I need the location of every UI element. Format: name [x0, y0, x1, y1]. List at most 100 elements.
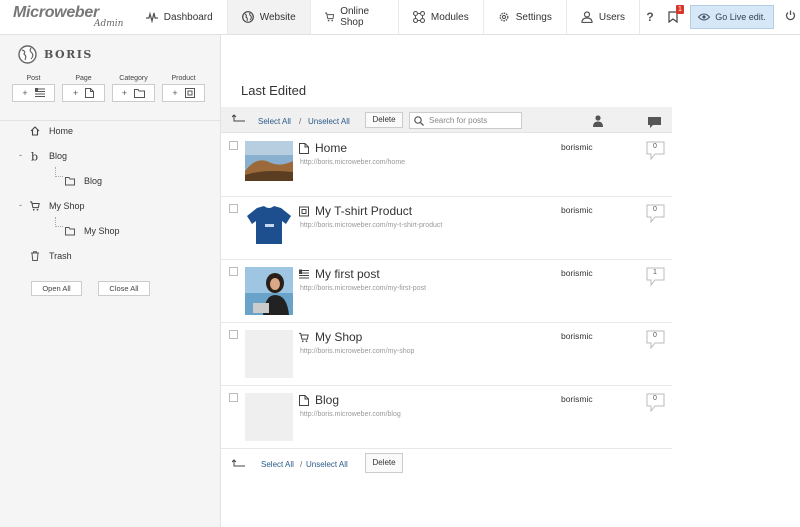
post-author: borismic: [561, 331, 593, 341]
post-row[interactable]: Blog http://boris.microweber.com/blog bo…: [221, 386, 672, 449]
post-icon: [299, 269, 309, 278]
site-name: BORIS: [44, 48, 93, 61]
home-icon: [30, 126, 40, 136]
gear-icon: [499, 12, 509, 22]
tree-item-home-label: Home: [49, 126, 74, 136]
comment-count-badge[interactable]: 0: [646, 330, 666, 354]
post-icon: [34, 88, 45, 97]
post-title[interactable]: Blog: [299, 393, 339, 407]
top-right-icons: ? 1 Go Live edit.: [640, 0, 800, 34]
nav-dashboard[interactable]: Dashboard: [132, 0, 228, 34]
search-input[interactable]: [429, 116, 519, 125]
main-nav: Dashboard Website Online Shop Modules Se…: [132, 0, 640, 34]
tree-item-my-shop[interactable]: My Shop: [30, 201, 85, 211]
nav-users[interactable]: Users: [567, 0, 640, 34]
post-title-text: My first post: [315, 267, 380, 281]
unselect-all-link[interactable]: Unselect All: [308, 117, 350, 126]
comment-count-badge[interactable]: 0: [646, 393, 666, 417]
search-icon: [414, 115, 424, 126]
site-globe-icon: [18, 45, 37, 64]
user-icon: [581, 11, 593, 23]
add-category-group: Category +: [112, 75, 155, 102]
post-title[interactable]: My first post: [299, 267, 380, 281]
add-post-button[interactable]: +: [12, 84, 55, 102]
main-content: Last Edited Select All / Unselect All De…: [221, 35, 672, 527]
nav-website[interactable]: Website: [227, 0, 311, 34]
post-url[interactable]: http://boris.microweber.com/my-shop: [300, 348, 414, 355]
globe-icon: [241, 11, 254, 23]
add-page-button[interactable]: +: [62, 84, 105, 102]
comment-count-badge[interactable]: 0: [646, 141, 666, 165]
add-post-plus: +: [22, 88, 28, 98]
collapse-blog-toggle[interactable]: -: [19, 150, 22, 160]
row-checkbox[interactable]: [229, 141, 238, 150]
footer-delete-button[interactable]: Delete: [365, 453, 403, 473]
post-row[interactable]: My first post http://boris.microweber.co…: [221, 260, 672, 323]
close-all-button[interactable]: Close All: [98, 281, 150, 296]
post-thumbnail[interactable]: [245, 267, 293, 315]
post-title[interactable]: My Shop: [299, 330, 362, 344]
row-checkbox[interactable]: [229, 330, 238, 339]
tree-item-blog-child-label: Blog: [84, 176, 103, 186]
row-checkbox[interactable]: [229, 393, 238, 402]
select-all-link[interactable]: Select All: [258, 117, 291, 126]
add-page-plus: +: [72, 88, 79, 98]
open-all-button[interactable]: Open All: [31, 281, 82, 296]
post-url[interactable]: http://boris.microweber.com/my-t-shirt-p…: [300, 222, 442, 229]
tree-item-blog[interactable]: b Blog: [30, 151, 67, 161]
tree-item-my-shop-child[interactable]: My Shop: [65, 226, 120, 236]
help-icon[interactable]: ?: [640, 10, 660, 24]
tree-item-home[interactable]: Home: [30, 126, 73, 136]
row-checkbox[interactable]: [229, 267, 238, 276]
power-icon[interactable]: [780, 8, 800, 26]
nav-website-label: Website: [259, 11, 296, 23]
cart-icon: [324, 12, 334, 22]
comment-count-badge[interactable]: 0: [646, 204, 666, 228]
search-box: [409, 112, 522, 129]
nav-modules-label: Modules: [430, 11, 469, 23]
post-url[interactable]: http://boris.microweber.com/my-first-pos…: [300, 285, 426, 292]
content-tree: Home - b Blog Blog - My Shop My Shop Tra…: [0, 120, 221, 261]
page-icon: [299, 142, 309, 154]
post-thumbnail[interactable]: [245, 330, 293, 378]
post-thumbnail[interactable]: [245, 141, 293, 181]
add-page-label: Page: [75, 75, 92, 82]
comment-count: 0: [653, 206, 657, 213]
notifications-button[interactable]: 1: [660, 0, 686, 35]
nav-online-shop[interactable]: Online Shop: [311, 0, 399, 34]
post-title[interactable]: My T-shirt Product: [299, 204, 412, 218]
post-thumbnail[interactable]: [245, 393, 293, 441]
tree-item-blog-label: Blog: [49, 151, 68, 161]
add-product-button[interactable]: +: [162, 84, 205, 102]
sidebar: BORIS Post + Page + Category + Product +…: [0, 35, 221, 527]
post-url[interactable]: http://boris.microweber.com/blog: [300, 411, 401, 418]
top-bar: Microweber Admin Dashboard Website Onlin…: [0, 0, 800, 35]
footer-unselect-all-link[interactable]: Unselect All: [306, 460, 348, 469]
cart-icon: [30, 201, 40, 211]
site-title[interactable]: BORIS: [18, 45, 93, 64]
post-url[interactable]: http://boris.microweber.com/home: [300, 159, 405, 166]
nav-modules[interactable]: Modules: [399, 0, 484, 34]
row-checkbox[interactable]: [229, 204, 238, 213]
tree-item-blog-child[interactable]: Blog: [65, 176, 102, 186]
tree-item-trash[interactable]: Trash: [30, 251, 72, 261]
post-title[interactable]: Home: [299, 141, 347, 155]
nav-settings[interactable]: Settings: [484, 0, 567, 34]
delete-button[interactable]: Delete: [365, 112, 403, 128]
logo[interactable]: Microweber Admin: [0, 0, 132, 34]
footer-select-all-link[interactable]: Select All: [261, 460, 294, 469]
add-category-button[interactable]: +: [112, 84, 155, 102]
cart-icon: [299, 332, 309, 342]
add-category-label: Category: [119, 75, 148, 82]
comment-count: 0: [653, 332, 657, 339]
post-thumbnail[interactable]: [245, 204, 293, 244]
eye-icon: [698, 13, 711, 21]
post-row[interactable]: My Shop http://boris.microweber.com/my-s…: [221, 323, 672, 386]
collapse-shop-toggle[interactable]: -: [19, 200, 22, 210]
post-row[interactable]: My T-shirt Product http://boris.microweb…: [221, 197, 672, 260]
comment-count-badge[interactable]: 1: [646, 267, 666, 291]
folder-icon: [134, 88, 146, 98]
go-live-edit-button[interactable]: Go Live edit.: [690, 5, 774, 29]
post-title-text: Blog: [315, 393, 340, 407]
post-row[interactable]: Home http://boris.microweber.com/home bo…: [221, 134, 672, 197]
